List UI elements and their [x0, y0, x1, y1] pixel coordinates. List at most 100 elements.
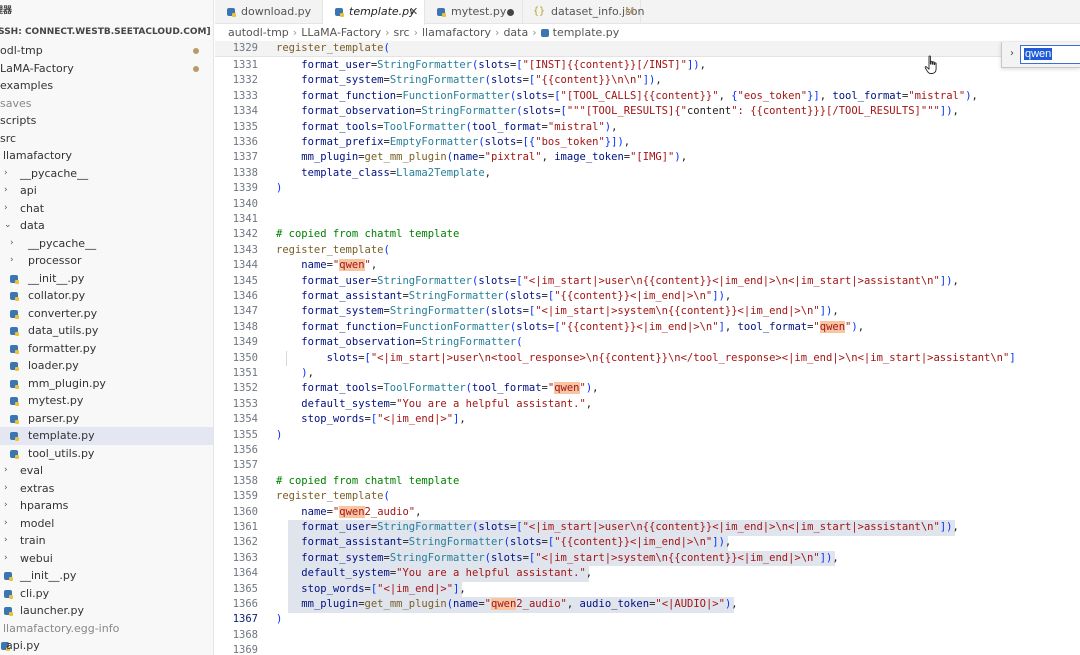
file-tree: odl-tmp LaMA-Factory examples saves scripts s… [0, 42, 213, 655]
file-item[interactable]: data_utils.py [0, 322, 213, 340]
file-item[interactable]: __init__.py [0, 567, 213, 585]
file-item[interactable]: parser.py [0, 410, 213, 428]
file-item[interactable]: cli.py [0, 585, 213, 603]
file-item[interactable]: launcher.py [0, 602, 213, 620]
folder-item[interactable]: llamafactory [0, 147, 213, 165]
code-line[interactable]: 1346 format_assistant=StringFormatter(sl… [215, 289, 1080, 305]
folder-item[interactable]: scripts [0, 112, 213, 130]
code-line[interactable]: 1342 # copied from chatml template [215, 227, 1080, 243]
folder-item[interactable]: › extras [0, 480, 213, 498]
code-line[interactable]: 1359 register_template( [215, 489, 1080, 505]
folder-item[interactable]: examples [0, 77, 213, 95]
breadcrumb-item[interactable]: data [503, 26, 528, 39]
line-number: 1334 [232, 105, 258, 118]
code-line[interactable]: 1350 slots=["<|im_start|>user\n<tool_res… [215, 350, 1080, 367]
code-line[interactable]: 1365 stop_words=["<|im_end|>"], [215, 581, 1080, 598]
file-item[interactable]: mm_plugin.py [0, 375, 213, 393]
unsaved-dot-icon[interactable] [507, 9, 514, 16]
code-line[interactable]: 1361 format_user=StringFormatter(slots=[… [215, 520, 1080, 536]
file-item[interactable]: api.py [0, 637, 213, 655]
folder-item[interactable]: › model [0, 515, 213, 533]
file-item[interactable]: loader.py [0, 357, 213, 375]
code-line[interactable]: 1348 format_function=FunctionFormatter(s… [215, 320, 1080, 336]
tab-download-py[interactable]: download.py [215, 0, 323, 24]
folder-item[interactable]: › chat [0, 200, 213, 218]
code-line[interactable]: 1337 mm_plugin=get_mm_plugin(name="pixtr… [215, 150, 1080, 166]
code-line[interactable]: 1363 format_system=StringFormatter(slots… [215, 550, 1080, 567]
folder-item[interactable]: › webui [0, 550, 213, 568]
folder-item[interactable]: › train [0, 532, 213, 550]
code-line[interactable]: 1349 format_observation=StringFormatter( [215, 335, 1080, 351]
tab-dataset-info-json[interactable]: {} dataset_info.json M [523, 0, 645, 24]
folder-item[interactable]: src [0, 130, 213, 148]
code-line[interactable]: 1339) [215, 181, 1080, 197]
tree-item-label: __pycache__ [20, 166, 89, 180]
code-line[interactable]: 1334 format_observation=StringFormatter(… [215, 104, 1080, 120]
code-line[interactable]: 1358 # copied from chatml template [215, 474, 1080, 490]
folder-item[interactable]: odl-tmp [0, 42, 213, 60]
folder-item[interactable]: › processor [0, 252, 213, 270]
folder-item[interactable]: llamafactory.egg-info [0, 620, 213, 638]
file-item[interactable]: __init__.py [0, 270, 213, 288]
code-line[interactable]: 1362 format_assistant=StringFormatter(sl… [215, 535, 1080, 551]
code-line[interactable]: 1364 default_system="You are a helpful a… [215, 566, 1080, 582]
chevron-right-icon: › [10, 255, 14, 265]
code-line[interactable]: 1345 format_user=StringFormatter(slots=[… [215, 274, 1080, 290]
file-item[interactable]: template.py [0, 427, 213, 445]
code-line[interactable]: 1331 format_user=StringFormatter(slots=[… [215, 58, 1080, 74]
code-line[interactable]: 1366 mm_plugin=get_mm_plugin(name="qwen2… [215, 597, 1080, 613]
tab-template-py[interactable]: template.py ✕ [323, 0, 425, 25]
tab-mytest-py[interactable]: mytest.py [425, 0, 523, 24]
code-line[interactable]: 1357 [215, 458, 1080, 474]
code-line[interactable]: 1352 format_tools=ToolFormatter(tool_for… [215, 381, 1080, 397]
code-line[interactable]: 1351 ), [215, 366, 1080, 382]
folder-item[interactable]: LaMA-Factory [0, 60, 213, 78]
breadcrumb-item[interactable]: autodl-tmp [228, 26, 289, 39]
code-editor[interactable]: 1329 register_template(1331 format_user=S… [215, 41, 1080, 655]
code-line[interactable]: 1360 name="qwen2_audio", [215, 505, 1080, 521]
file-item[interactable]: collator.py [0, 287, 213, 305]
folder-item[interactable]: › hparams [0, 497, 213, 515]
code-line[interactable]: 1367) [215, 612, 1080, 628]
chevron-right-icon[interactable]: › [1006, 46, 1018, 62]
folder-item[interactable]: ⌄ data [0, 217, 213, 235]
code-line[interactable]: 1336 format_prefix=EmptyFormatter(slots=… [215, 135, 1080, 151]
code-line[interactable]: 1347 format_system=StringFormatter(slots… [215, 304, 1080, 320]
file-item[interactable]: converter.py [0, 305, 213, 323]
sticky-scroll-line[interactable]: 1329 register_template( [215, 41, 1080, 57]
folder-item[interactable]: › eval [0, 462, 213, 480]
code-line[interactable]: 1335 format_tools=ToolFormatter(tool_for… [215, 120, 1080, 136]
file-item[interactable]: mytest.py [0, 392, 213, 410]
file-item[interactable]: formatter.py [0, 340, 213, 358]
code-line[interactable]: 1368 [215, 628, 1080, 644]
line-number: 1350 [232, 351, 258, 364]
folder-item[interactable]: › api [0, 182, 213, 200]
python-file-icon [10, 379, 19, 389]
python-file-icon [10, 309, 19, 319]
folder-item[interactable]: saves [0, 95, 213, 113]
code-line[interactable]: 1356 [215, 443, 1080, 459]
code-line[interactable]: 1355) [215, 428, 1080, 444]
code-line[interactable]: 1338 template_class=Llama2Template, [215, 166, 1080, 182]
find-input[interactable]: qwen [1020, 45, 1080, 64]
code-line[interactable]: 1353 default_system="You are a helpful a… [215, 397, 1080, 413]
breadcrumb-item[interactable]: llamafactory [422, 26, 491, 39]
breadcrumb-item[interactable]: template.py [553, 26, 620, 39]
folder-item[interactable]: › __pycache__ [0, 165, 213, 183]
code-line[interactable]: 1332 format_system=StringFormatter(slots… [215, 73, 1080, 89]
code-line[interactable]: 1369 [215, 643, 1080, 655]
close-icon[interactable]: ✕ [409, 0, 418, 24]
folder-item[interactable]: › __pycache__ [0, 235, 213, 253]
code-line[interactable]: 1341 [215, 212, 1080, 228]
code-line[interactable]: 1340 [215, 197, 1080, 213]
modified-dot-icon [193, 48, 199, 54]
line-number: 1340 [232, 197, 258, 210]
tree-item-label: extras [20, 481, 55, 495]
breadcrumb-item[interactable]: src [394, 26, 410, 39]
code-line[interactable]: 1343 register_template( [215, 243, 1080, 259]
breadcrumb-item[interactable]: LLaMA-Factory [301, 26, 381, 39]
file-item[interactable]: tool_utils.py [0, 445, 213, 463]
code-line[interactable]: 1344 name="qwen", [215, 258, 1080, 274]
code-line[interactable]: 1333 format_function=FunctionFormatter(s… [215, 89, 1080, 105]
code-line[interactable]: 1354 stop_words=["<|im_end|>"], [215, 412, 1080, 428]
